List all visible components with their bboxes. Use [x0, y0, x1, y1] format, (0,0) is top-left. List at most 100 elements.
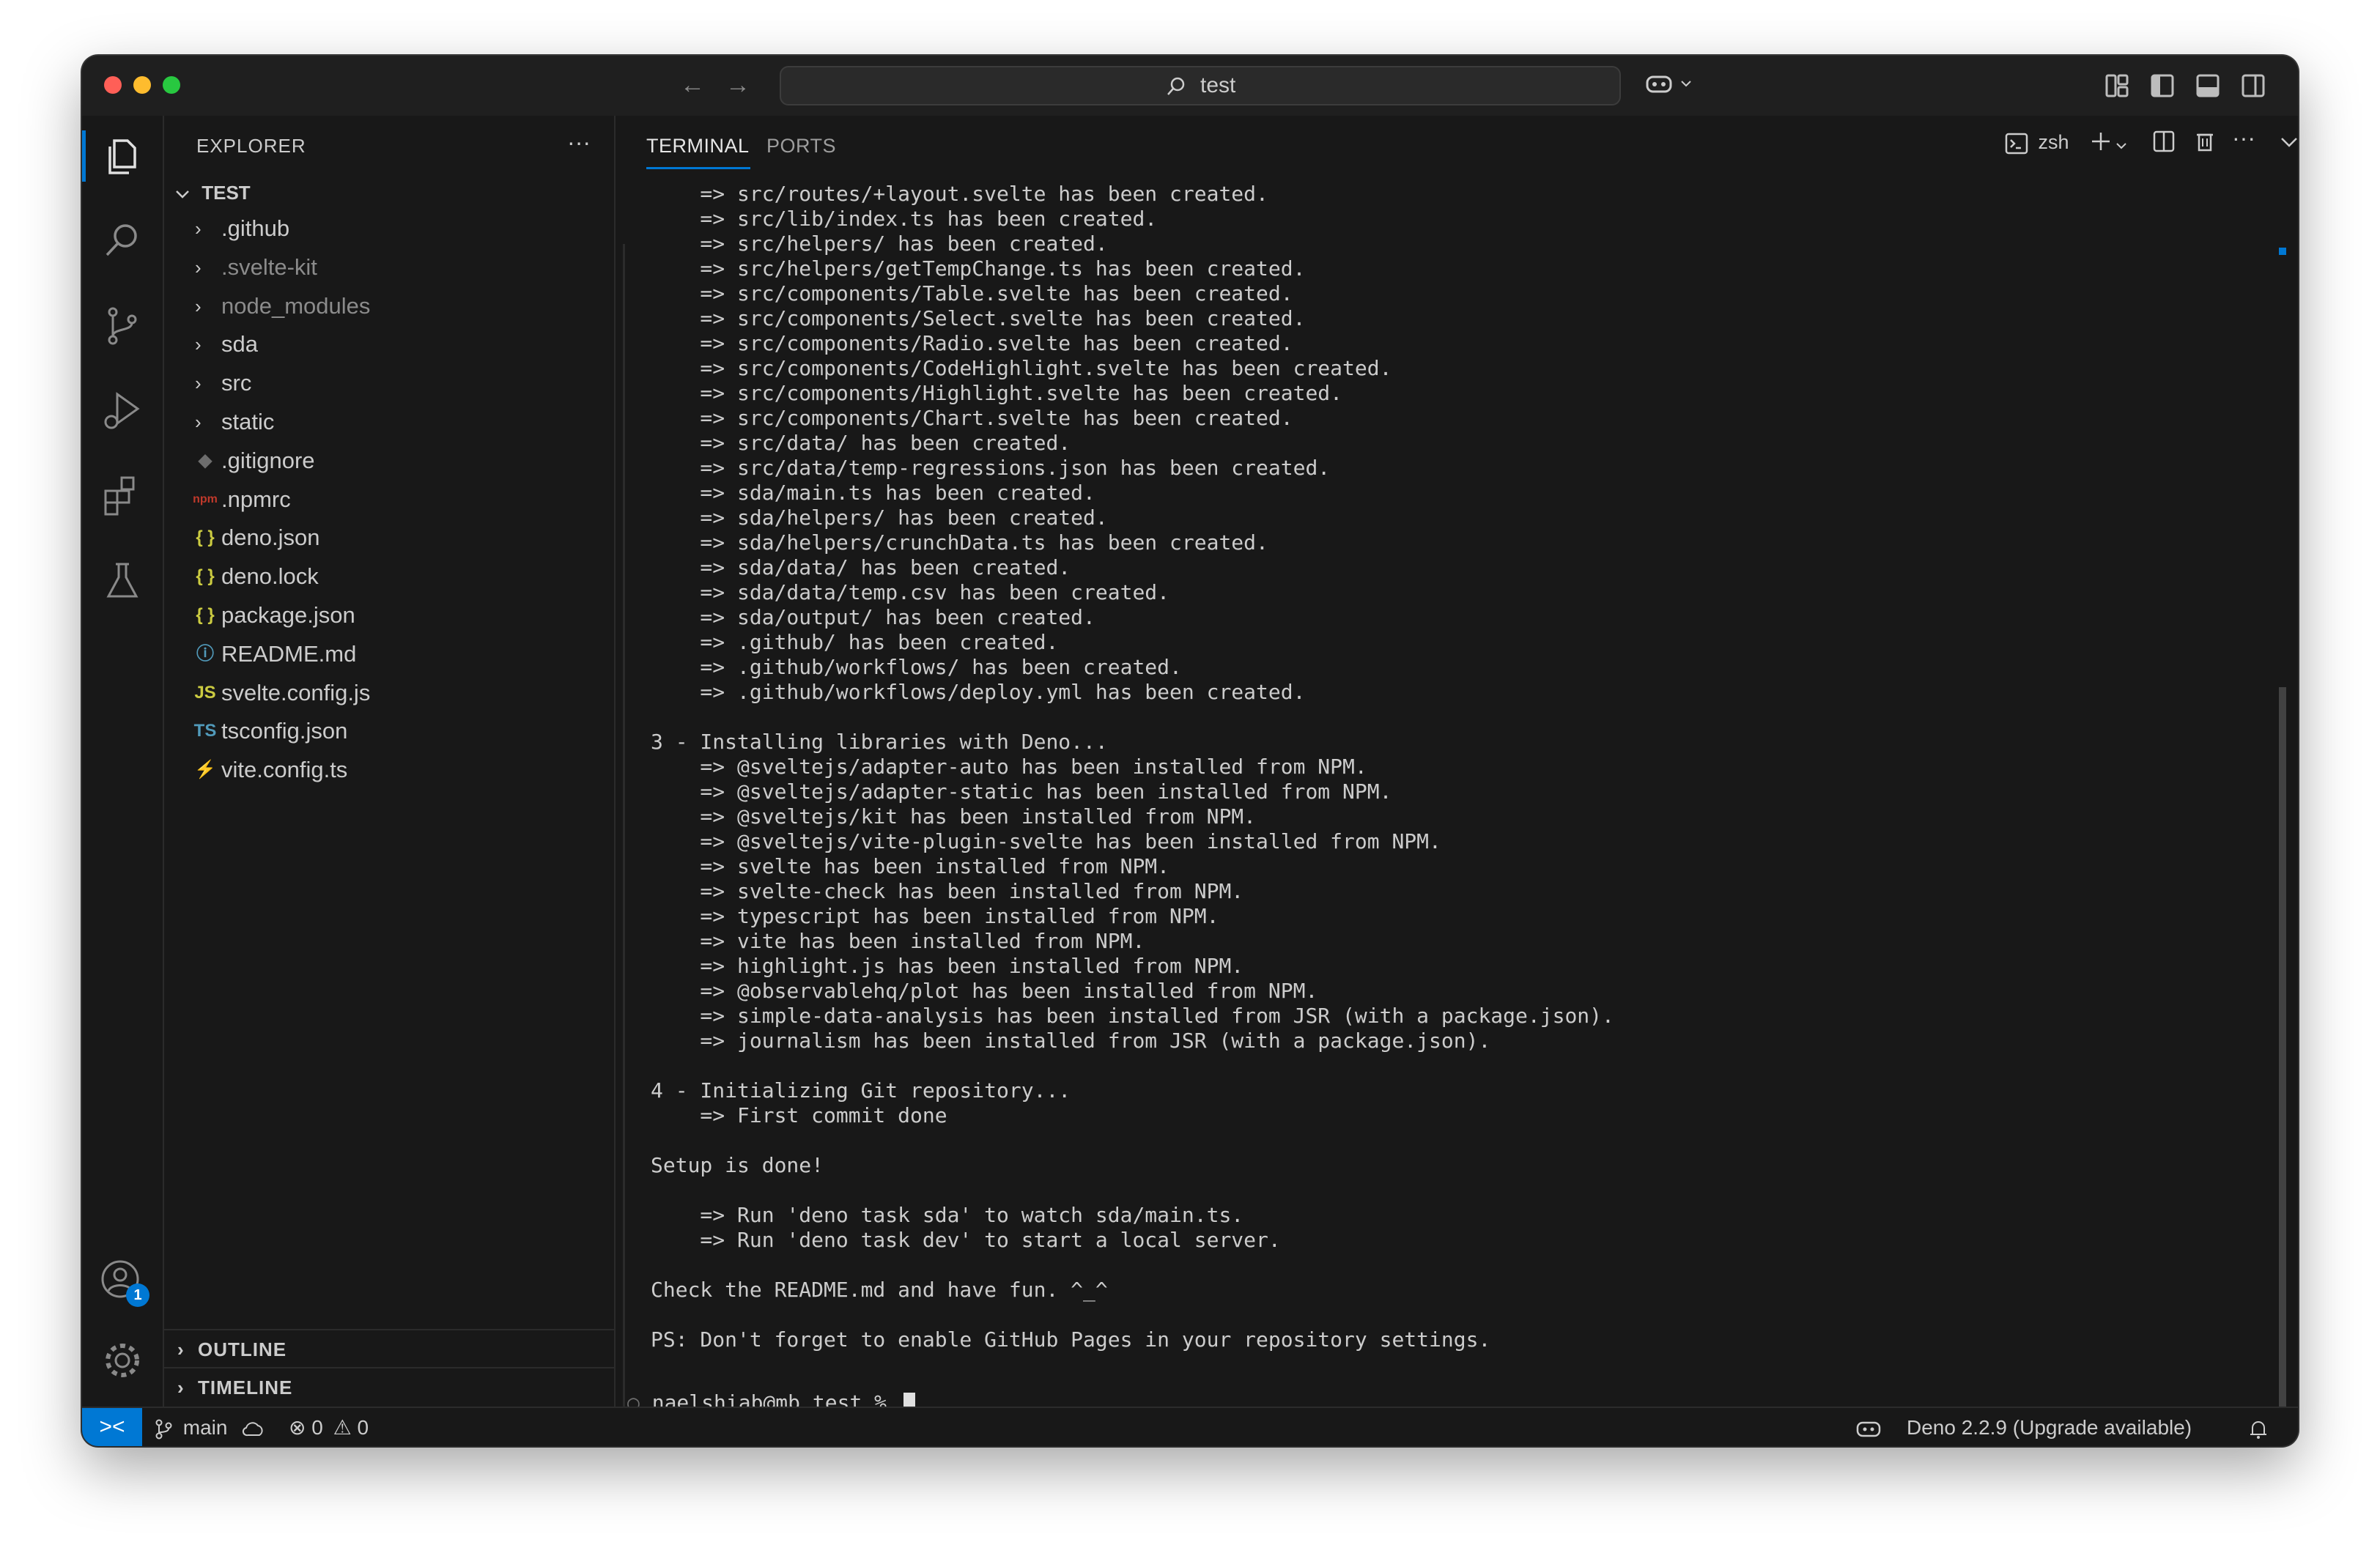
workspace-root[interactable]: TEST [174, 182, 251, 204]
chevron-right-icon: › [195, 372, 202, 395]
explorer-more-icon[interactable]: ··· [567, 129, 591, 156]
terminal-shell-selector[interactable]: zsh [2005, 127, 2069, 157]
notifications-bell-icon[interactable] [2248, 1408, 2269, 1446]
terminal-line: => @sveltejs/adapter-static has been ins… [651, 779, 1392, 804]
terminal-icon [2005, 133, 2028, 155]
branch-indicator[interactable]: main [154, 1408, 227, 1446]
command-center-search[interactable]: test [780, 66, 1621, 105]
kill-terminal-button[interactable] [2194, 130, 2216, 156]
terminal-line: 4 - Initializing Git repository... [651, 1078, 1071, 1103]
terminal-line: => .github/ has been created. [651, 630, 1059, 654]
terminal-line: => vite has been installed from NPM. [651, 929, 1145, 953]
terminal-line: => highlight.js has been installed from … [651, 954, 1244, 978]
active-indicator [82, 130, 86, 182]
toggle-secondary-sidebar-icon[interactable] [2241, 73, 2266, 102]
terminal-panel: TERMINAL PORTS zsh ··· => src/routes/+la… [616, 116, 2298, 1446]
minimize-window-button[interactable] [133, 76, 151, 94]
file-type-icon: ◆ [198, 450, 212, 470]
folder-item[interactable]: › static [164, 403, 614, 441]
testing-icon[interactable] [100, 558, 145, 604]
terminal-line: => src/lib/index.ts has been created. [651, 207, 1158, 231]
close-window-button[interactable] [104, 76, 122, 94]
new-terminal-button[interactable] [2090, 130, 2128, 156]
customize-layout-icon[interactable] [2104, 73, 2129, 102]
file-item[interactable]: { } deno.lock [164, 557, 614, 596]
accounts-badge: 1 [126, 1283, 149, 1307]
problems-indicator[interactable]: ⊗ 0 ⚠ 0 [289, 1408, 369, 1446]
file-item[interactable]: npm .npmrc [164, 481, 614, 519]
zoom-window-button[interactable] [163, 76, 180, 94]
branch-icon [155, 1419, 172, 1440]
file-type-icon: JS [194, 682, 216, 703]
more-actions-icon[interactable]: ··· [2232, 125, 2255, 152]
settings-gear-icon[interactable] [100, 1338, 145, 1383]
activity-bar: 1 [82, 116, 164, 1407]
tree-item-label: .gitignore [221, 447, 315, 473]
tree-item-label: src [221, 370, 252, 396]
explorer-sidebar: EXPLORER ··· TEST › .github › .svelte-kit › n… [164, 116, 616, 1407]
folder-item[interactable]: › node_modules [164, 287, 614, 325]
tab-terminal[interactable]: TERMINAL [646, 135, 750, 158]
deno-status[interactable]: Deno 2.2.9 (Upgrade available) [1907, 1408, 2192, 1446]
plus-icon [2092, 133, 2110, 150]
terminal-line: => .github/workflows/ has been created. [651, 655, 1182, 679]
back-arrow-icon[interactable]: ← [680, 70, 705, 100]
terminal-scrollbar[interactable] [2279, 687, 2286, 1446]
panel-divider [623, 244, 625, 1445]
source-control-icon[interactable] [100, 303, 145, 349]
chevron-right-icon: › [177, 1377, 184, 1398]
copilot-menu[interactable] [1644, 70, 1693, 96]
maximize-panel-button[interactable] [2279, 132, 2298, 156]
terminal-line: => Run 'deno task dev' to start a local … [651, 1228, 1281, 1252]
file-item[interactable]: JS svelte.config.js [164, 674, 614, 712]
terminal-line: Setup is done! [651, 1153, 824, 1177]
tab-ports[interactable]: PORTS [766, 135, 836, 158]
extensions-icon[interactable] [100, 473, 145, 519]
vscode-window: ← → test 1 EXPLORER ··· TEST › .github ›… [82, 56, 2298, 1446]
error-count: 0 [311, 1416, 323, 1439]
accounts-icon[interactable]: 1 [100, 1259, 149, 1307]
title-bar: ← → test [82, 56, 2298, 117]
terminal-line: => svelte has been installed from NPM. [651, 854, 1170, 878]
file-item[interactable]: ◆ .gitignore [164, 442, 614, 480]
terminal-line: => src/components/Radio.svelte has been … [651, 331, 1293, 355]
search-text: test [1200, 73, 1236, 97]
file-item[interactable]: ⓘ README.md [164, 635, 614, 673]
toggle-panel-icon[interactable] [2195, 73, 2220, 102]
run-debug-icon[interactable] [100, 388, 145, 434]
folder-item[interactable]: › .svelte-kit [164, 248, 614, 286]
sync-icon[interactable] [242, 1408, 265, 1446]
terminal-line: => @sveltejs/vite-plugin-svelte has been… [651, 829, 1441, 853]
file-item[interactable]: ⚡ vite.config.ts [164, 751, 614, 789]
folder-item[interactable]: › .github [164, 210, 614, 248]
file-item[interactable]: { } deno.json [164, 519, 614, 557]
timeline-section[interactable]: › TIMELINE [164, 1367, 614, 1407]
file-item[interactable]: TS tsconfig.json [164, 712, 614, 750]
tree-item-label: package.json [221, 602, 355, 628]
chevron-right-icon: › [195, 411, 202, 433]
terminal-line: => src/data/ has been created. [651, 431, 1071, 455]
remote-indicator-button[interactable]: >< [82, 1408, 142, 1446]
toggle-primary-sidebar-icon[interactable] [2150, 73, 2175, 102]
explorer-icon[interactable] [100, 133, 145, 179]
split-terminal-button[interactable] [2153, 130, 2175, 156]
folder-item[interactable]: › sda [164, 325, 614, 363]
file-type-icon: ⚡ [194, 760, 216, 780]
search-icon[interactable] [100, 218, 145, 264]
terminal-line: => .github/workflows/deploy.yml has been… [651, 680, 1306, 704]
terminal-line: 3 - Installing libraries with Deno... [651, 730, 1108, 754]
outline-section[interactable]: › OUTLINE [164, 1329, 614, 1368]
copilot-status-icon[interactable] [1855, 1408, 1882, 1446]
folder-item[interactable]: › src [164, 364, 614, 402]
workspace-root-label: TEST [202, 182, 251, 204]
file-item[interactable]: { } package.json [164, 596, 614, 634]
forward-arrow-icon[interactable]: → [725, 70, 750, 100]
chevron-down-icon [1681, 81, 1692, 87]
terminal-line: => src/routes/+layout.svelte has been cr… [651, 182, 1268, 206]
terminal-output[interactable]: => src/routes/+layout.svelte has been cr… [651, 182, 2248, 1352]
